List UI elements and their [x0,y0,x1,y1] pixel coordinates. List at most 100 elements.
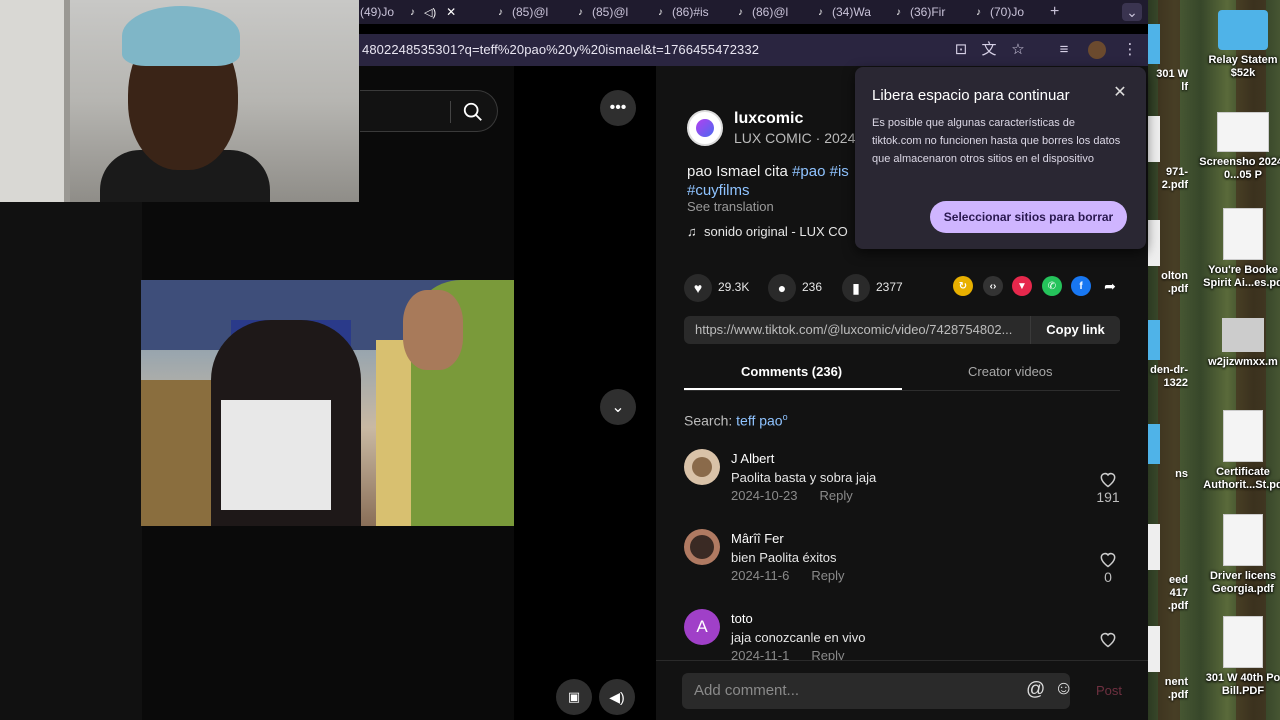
desktop-file[interactable]: eed 417 .pdf [1148,524,1188,613]
close-icon[interactable]: ✕ [1112,85,1128,101]
comment-item: J Albert Paolita basta y sobra jaja 2024… [684,449,1124,524]
desktop-file[interactable]: 971- 2.pdf [1148,116,1188,192]
next-video-button[interactable]: ⌄ [600,389,636,425]
ellipsis-icon: ••• [609,99,627,116]
comment-placeholder: Add comment... [694,682,800,699]
close-tab-icon[interactable]: ✕ [446,5,456,19]
url-field[interactable]: 4802248535301?q=teff%20pao%20y%20ismael&… [362,42,759,57]
like-button[interactable]: ♥ [684,274,712,302]
desktop-file[interactable]: den-dr- 1322 [1148,320,1188,390]
volume-button[interactable]: ◀) [599,679,635,715]
creator-username[interactable]: luxcomic [734,110,803,128]
desktop-file[interactable]: Driver licens Georgia.pdf [1198,514,1280,596]
tab[interactable]: ♪ (85)@l [498,3,558,21]
comment-item: A toto jaja conozcanle en vivo 2024-11-1… [684,609,1124,660]
see-translation-link[interactable]: See translation [687,199,774,214]
search-box[interactable] [360,90,498,132]
tab[interactable]: ♪ (86)#is [658,3,718,21]
tab-search-button[interactable]: ⌄ [1122,3,1142,21]
comment-search[interactable]: Search: teff paoo [684,412,788,429]
whatsapp-icon[interactable]: ✆ [1042,276,1062,296]
media-control-icon[interactable]: ≡ [1055,41,1073,59]
desktop-file[interactable]: Relay Statem $52k [1198,10,1280,80]
tab[interactable]: ♪ (85)@l [578,3,638,21]
video-player[interactable] [141,280,514,526]
profile-avatar-icon[interactable] [1088,41,1106,59]
search-icon: o [782,412,788,422]
screenshot-thumbnail [1217,112,1269,152]
tab-active[interactable]: ♪ ◁) ✕ [410,3,474,21]
reply-button[interactable]: Reply [811,568,844,583]
new-tab-button[interactable]: + [1050,3,1066,21]
webcam-door [0,0,70,202]
desktop-file[interactable]: Screensho 2024-0...05 P [1198,112,1280,182]
hashtag[interactable]: #is [830,163,849,180]
heart-icon[interactable] [1098,469,1118,489]
save-count: 2377 [876,280,903,294]
browser-menu-icon[interactable]: ⋮ [1121,41,1139,59]
commenter-name[interactable]: toto [731,611,753,626]
translate-icon[interactable]: 文 [980,41,998,59]
post-comment-button[interactable]: Post [1096,683,1122,698]
comment-input[interactable]: Add comment... @ ☺ [682,673,1073,709]
tab[interactable]: ♪ (34)Wa [818,3,878,21]
save-button[interactable]: ▮ [842,274,870,302]
hashtag[interactable]: #cuyfilms [687,182,750,199]
desktop-file[interactable]: olton .pdf [1148,220,1188,296]
commenter-avatar[interactable] [684,449,720,485]
picture-in-picture-button[interactable]: ▣ [556,679,592,715]
comment-text: Paolita basta y sobra jaja [731,470,877,485]
desktop-file[interactable]: Certificate Authorit...St.pd [1198,410,1280,492]
heart-icon[interactable] [1098,629,1118,649]
copy-link-button[interactable]: Copy link [1030,316,1120,344]
comment-text: jaja conozcanle en vivo [731,630,866,645]
search-icon[interactable] [462,101,484,123]
more-options-button[interactable]: ••• [600,90,636,126]
select-sites-button[interactable]: Seleccionar sitios para borrar [930,201,1127,233]
video-face-right [403,290,463,370]
send-icon[interactable]: ▼ [1012,276,1032,296]
hashtag[interactable]: #pao [792,163,825,180]
embed-icon[interactable]: ‹› [983,276,1003,296]
folder-icon [1148,24,1160,64]
facebook-icon[interactable]: f [1071,276,1091,296]
post-description: pao Ismael cita #pao #is #cuyfilms [687,163,849,199]
install-app-icon[interactable]: ⊡ [952,41,970,59]
tiktok-icon: ♪ [896,6,901,18]
emoji-icon[interactable]: ☺ [1054,678,1073,700]
tab[interactable]: ♪ (86)@l [738,3,798,21]
commenter-name[interactable]: Mârîî Fer [731,531,784,546]
desktop-file[interactable]: ns [1148,424,1188,481]
tab[interactable]: ♪ (70)Jo [976,3,1036,21]
desktop-file[interactable]: You're Booke Spirit Ai...es.pd [1198,208,1280,290]
pip-icon: ▣ [567,689,581,704]
comment-bubble-icon: ● [777,280,787,296]
commenter-avatar[interactable] [684,529,720,565]
tab-creator-videos[interactable]: Creator videos [968,364,1053,379]
comment-button[interactable]: ● [768,274,796,302]
speaker-icon[interactable]: ◁) [424,6,436,19]
repost-icon[interactable]: ↻ [953,276,973,296]
music-info[interactable]: ♫ sonido original - LUX CO [687,224,848,239]
share-arrow-icon[interactable]: ➦ [1100,276,1120,296]
tab-comments[interactable]: Comments (236) [741,364,842,379]
tab[interactable]: ♪ (36)Fir [896,3,956,21]
document-icon [1148,524,1160,570]
creator-avatar[interactable] [687,110,723,146]
commenter-name[interactable]: J Albert [731,451,774,466]
commenter-avatar[interactable]: A [684,609,720,645]
video-link[interactable]: https://www.tiktok.com/@luxcomic/video/7… [695,322,1029,337]
reply-button[interactable]: Reply [820,488,853,503]
desktop-file[interactable]: w2jizwmxx.m [1198,318,1280,369]
reply-button[interactable]: Reply [811,648,844,660]
mention-icon[interactable]: @ [1026,679,1045,701]
desktop-file[interactable]: 301 W lf [1148,24,1188,94]
video-counter [141,380,211,526]
folder-icon [1218,10,1268,50]
like-count: 29.3K [718,280,750,294]
desktop-file[interactable]: 301 W 40th Po Bill.PDF [1198,616,1280,698]
heart-icon[interactable] [1098,549,1118,569]
desktop-file[interactable]: nent .pdf [1148,626,1188,702]
bookmark-star-icon[interactable]: ☆ [1009,41,1027,59]
tab[interactable]: (49)Jo [360,3,400,21]
